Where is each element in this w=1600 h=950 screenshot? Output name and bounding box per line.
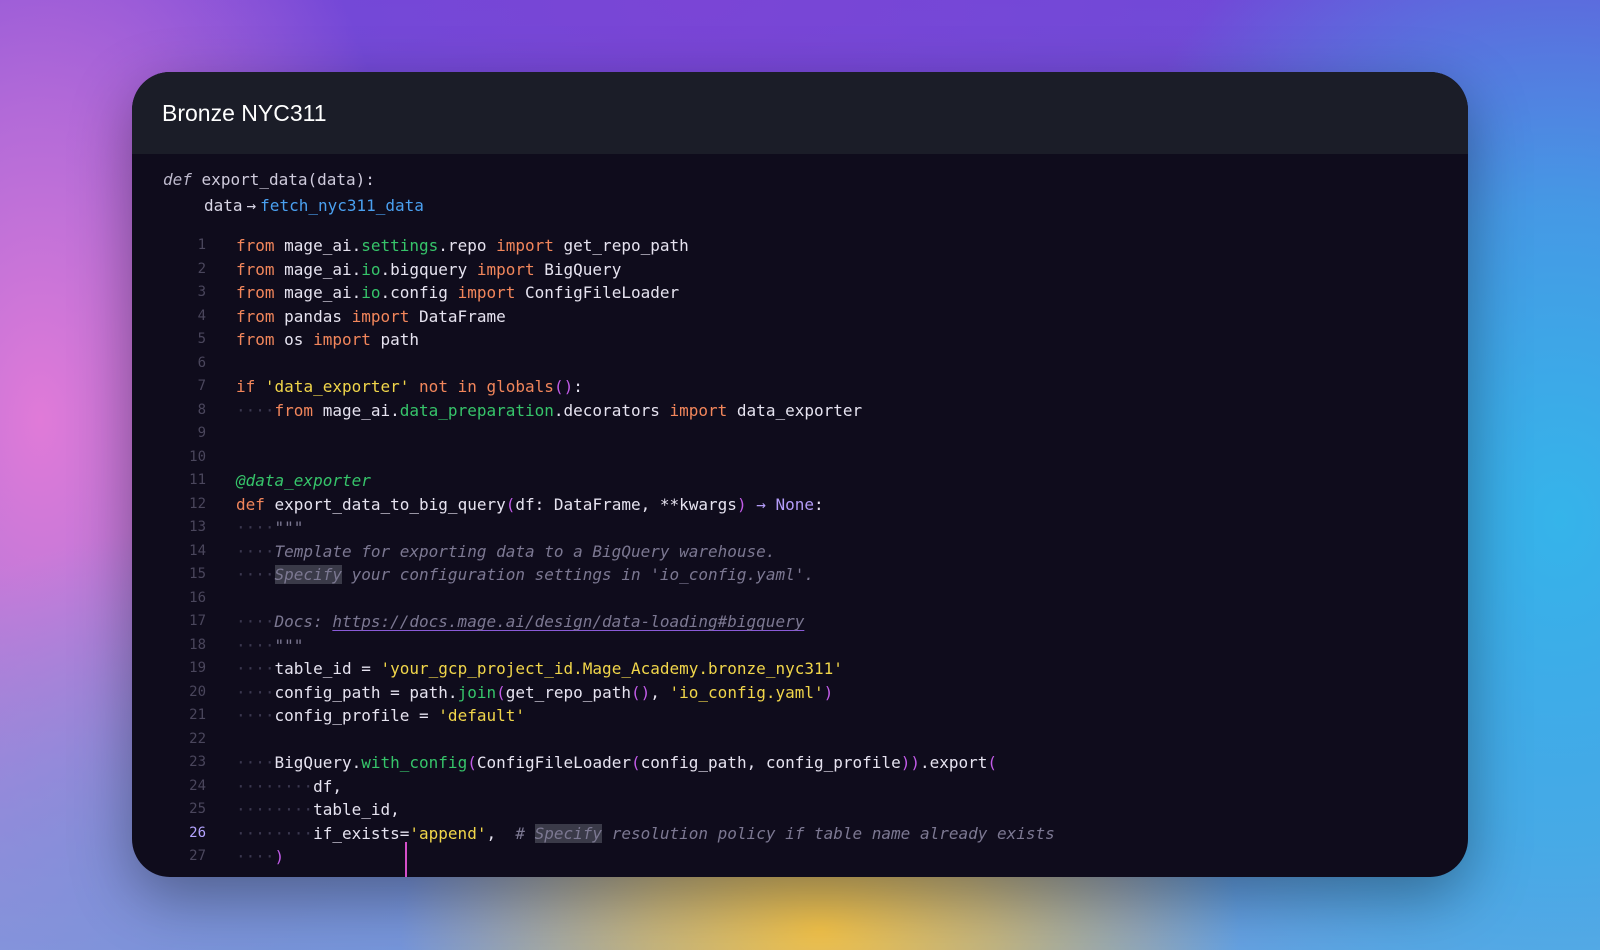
line-number: 27 bbox=[189, 848, 206, 864]
code-line[interactable]: 24 ········df, bbox=[132, 775, 1468, 799]
code-text[interactable]: ····from mage_ai.data_preparation.decora… bbox=[236, 399, 862, 423]
line-number: 16 bbox=[189, 589, 206, 606]
code-text[interactable]: ····Template for exporting data to a Big… bbox=[236, 540, 775, 564]
line-number: 12 bbox=[189, 495, 206, 512]
code-text[interactable]: if 'data_exporter' not in globals(): bbox=[236, 375, 583, 399]
code-line[interactable]: 1 from mage_ai.settings.repo import get_r… bbox=[132, 234, 1468, 258]
code-line[interactable]: 10 bbox=[132, 446, 1468, 470]
code-text[interactable]: ····) bbox=[236, 845, 284, 869]
block-signature: def export_data(data): bbox=[163, 170, 375, 189]
upstream-block-link[interactable]: fetch_nyc311_data bbox=[260, 196, 424, 215]
code-line[interactable]: 23 ····BigQuery.with_config(ConfigFileLoa… bbox=[132, 751, 1468, 775]
code-text[interactable]: ········if_exists='append', # Specify re… bbox=[236, 822, 1055, 846]
line-number: 3 bbox=[197, 284, 206, 300]
code-line[interactable]: 18 ····""" bbox=[132, 634, 1468, 658]
code-line[interactable]: 4 from pandas import DataFrame bbox=[132, 305, 1468, 329]
line-number: 5 bbox=[197, 331, 206, 347]
line-number: 25 bbox=[189, 801, 206, 817]
code-line[interactable]: 16 bbox=[132, 587, 1468, 611]
code-line[interactable]: 25 ········table_id, bbox=[132, 798, 1468, 822]
line-number: 13 bbox=[189, 519, 206, 535]
code-line[interactable]: 12 def export_data_to_big_query(df: DataF… bbox=[132, 493, 1468, 517]
line-number: 17 bbox=[189, 613, 206, 629]
code-text[interactable]: from os import path bbox=[236, 328, 419, 352]
code-line[interactable]: 9 bbox=[132, 422, 1468, 446]
line-number: 4 bbox=[197, 307, 206, 324]
line-number: 24 bbox=[189, 777, 206, 794]
code-line[interactable]: 26 ········if_exists='append', # Specify … bbox=[132, 822, 1468, 846]
code-line[interactable]: 22 bbox=[132, 728, 1468, 752]
line-number: 9 bbox=[197, 425, 206, 441]
code-line[interactable]: 27 ····) bbox=[132, 845, 1468, 869]
code-line[interactable]: 17 ····Docs: https://docs.mage.ai/design/… bbox=[132, 610, 1468, 634]
code-text[interactable]: ····""" bbox=[236, 634, 303, 658]
code-text[interactable]: ····config_profile = 'default' bbox=[236, 704, 525, 728]
code-line[interactable]: 11 @data_exporter bbox=[132, 469, 1468, 493]
line-number: 19 bbox=[189, 660, 206, 676]
line-number: 2 bbox=[197, 260, 206, 277]
line-number: 15 bbox=[189, 566, 206, 582]
code-lines[interactable]: 1 from mage_ai.settings.repo import get_r… bbox=[132, 234, 1468, 869]
code-text[interactable]: ····BigQuery.with_config(ConfigFileLoade… bbox=[236, 751, 997, 775]
code-line[interactable]: 2 from mage_ai.io.bigquery import BigQuer… bbox=[132, 258, 1468, 282]
code-line[interactable]: 5 from os import path bbox=[132, 328, 1468, 352]
code-text[interactable]: ····config_path = path.join(get_repo_pat… bbox=[236, 681, 833, 705]
code-text[interactable]: ········df, bbox=[236, 775, 342, 799]
line-number: 14 bbox=[189, 542, 206, 559]
code-line[interactable]: 6 bbox=[132, 352, 1468, 376]
code-text[interactable]: from mage_ai.io.config import ConfigFile… bbox=[236, 281, 679, 305]
line-number: 6 bbox=[197, 354, 206, 371]
code-line[interactable]: 3 from mage_ai.io.config import ConfigFil… bbox=[132, 281, 1468, 305]
line-number: 11 bbox=[189, 472, 206, 488]
code-line[interactable]: 13 ····""" bbox=[132, 516, 1468, 540]
signature-text: export_data(data): bbox=[201, 170, 375, 189]
code-line[interactable]: 8 ····from mage_ai.data_preparation.decor… bbox=[132, 399, 1468, 423]
code-line[interactable]: 7 if 'data_exporter' not in globals(): bbox=[132, 375, 1468, 399]
line-number: 8 bbox=[197, 401, 206, 418]
code-text[interactable]: def export_data_to_big_query(df: DataFra… bbox=[236, 493, 824, 517]
line-number: 23 bbox=[189, 754, 206, 770]
line-number: 21 bbox=[189, 707, 206, 723]
block-header: Bronze NYC311 bbox=[132, 72, 1468, 154]
code-text[interactable]: from mage_ai.settings.repo import get_re… bbox=[236, 234, 689, 258]
line-number: 18 bbox=[189, 636, 206, 653]
code-text[interactable]: ····table_id = 'your_gcp_project_id.Mage… bbox=[236, 657, 843, 681]
code-text[interactable]: from pandas import DataFrame bbox=[236, 305, 506, 329]
upstream-param: data bbox=[204, 196, 243, 215]
code-text[interactable]: ····Docs: https://docs.mage.ai/design/da… bbox=[236, 610, 804, 634]
line-number: 7 bbox=[197, 378, 206, 394]
code-line[interactable]: 14 ····Template for exporting data to a B… bbox=[132, 540, 1468, 564]
bracket-guide bbox=[405, 842, 407, 877]
code-line[interactable]: 15 ····Specify your configuration setting… bbox=[132, 563, 1468, 587]
line-number: 26 bbox=[189, 824, 206, 841]
code-text[interactable]: ····""" bbox=[236, 516, 303, 540]
code-block-window: Bronze NYC311 def export_data(data): dat… bbox=[132, 72, 1468, 877]
line-number: 10 bbox=[189, 448, 206, 465]
code-text[interactable]: ····Specify your configuration settings … bbox=[236, 563, 814, 587]
line-number: 1 bbox=[197, 237, 206, 253]
signature-keyword: def bbox=[163, 170, 192, 189]
code-line[interactable]: 21 ····config_profile = 'default' bbox=[132, 704, 1468, 728]
code-text[interactable]: from mage_ai.io.bigquery import BigQuery bbox=[236, 258, 621, 282]
block-title: Bronze NYC311 bbox=[162, 99, 327, 126]
code-line[interactable]: 20 ····config_path = path.join(get_repo_p… bbox=[132, 681, 1468, 705]
code-text[interactable]: @data_exporter bbox=[236, 469, 371, 493]
upstream-dependency: data → fetch_nyc311_data bbox=[204, 196, 424, 215]
code-text[interactable]: ········table_id, bbox=[236, 798, 400, 822]
line-number: 20 bbox=[189, 683, 206, 700]
line-number: 22 bbox=[189, 730, 206, 747]
code-line[interactable]: 19 ····table_id = 'your_gcp_project_id.Ma… bbox=[132, 657, 1468, 681]
arrow-right-icon: → bbox=[246, 196, 257, 215]
